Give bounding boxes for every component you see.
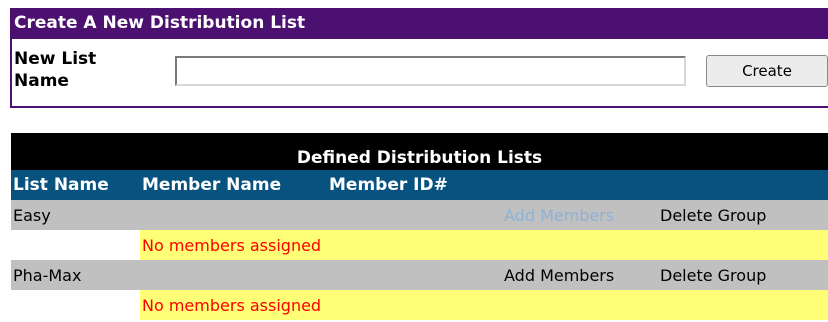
group-name: Easy [13, 205, 51, 225]
add-members-cell: Add Members [502, 260, 658, 290]
delete-group-cell: Delete Group [658, 260, 828, 290]
empty-cell [11, 230, 140, 260]
empty-cell [327, 260, 502, 290]
table-title-row: Defined Distribution Lists [11, 133, 828, 170]
table-row: Pha-Max Add Members Delete Group [11, 260, 828, 290]
column-header-member-id: Member ID# [329, 175, 448, 195]
add-members-cell: Add Members [502, 200, 658, 230]
delete-group-cell: Delete Group [658, 200, 828, 230]
create-list-title: Create A New Distribution List [12, 8, 828, 39]
add-members-link[interactable]: Add Members [504, 266, 614, 285]
add-members-link: Add Members [504, 205, 615, 225]
table-title: Defined Distribution Lists [296, 148, 543, 168]
table-row: No members assigned [11, 290, 828, 320]
empty-cell [140, 200, 327, 230]
column-header-row: List Name Member Name Member ID# [11, 170, 828, 200]
empty-cell [327, 200, 502, 230]
table-row: Easy Add Members Delete Group [11, 200, 828, 230]
create-list-panel: Create A New Distribution List New List … [10, 8, 828, 108]
no-members-note: No members assigned [140, 230, 828, 260]
column-header-spacer [658, 170, 828, 200]
empty-cell [140, 260, 327, 290]
group-name: Pha-Max [13, 265, 82, 285]
table-row: No members assigned [11, 230, 828, 260]
distribution-lists-table: Defined Distribution Lists List Name Mem… [11, 133, 828, 320]
column-header-list-name: List Name [13, 175, 109, 195]
new-list-name-label: New List Name [14, 49, 97, 91]
column-header-spacer [502, 170, 658, 200]
delete-group-link[interactable]: Delete Group [660, 266, 766, 285]
empty-cell [11, 290, 140, 320]
delete-group-link[interactable]: Delete Group [660, 206, 766, 225]
no-members-note: No members assigned [140, 290, 828, 320]
column-header-member-name: Member Name [142, 175, 282, 195]
create-list-body: New List Name Create [12, 39, 828, 106]
new-list-name-input[interactable] [175, 56, 686, 86]
create-button[interactable]: Create [706, 55, 828, 87]
